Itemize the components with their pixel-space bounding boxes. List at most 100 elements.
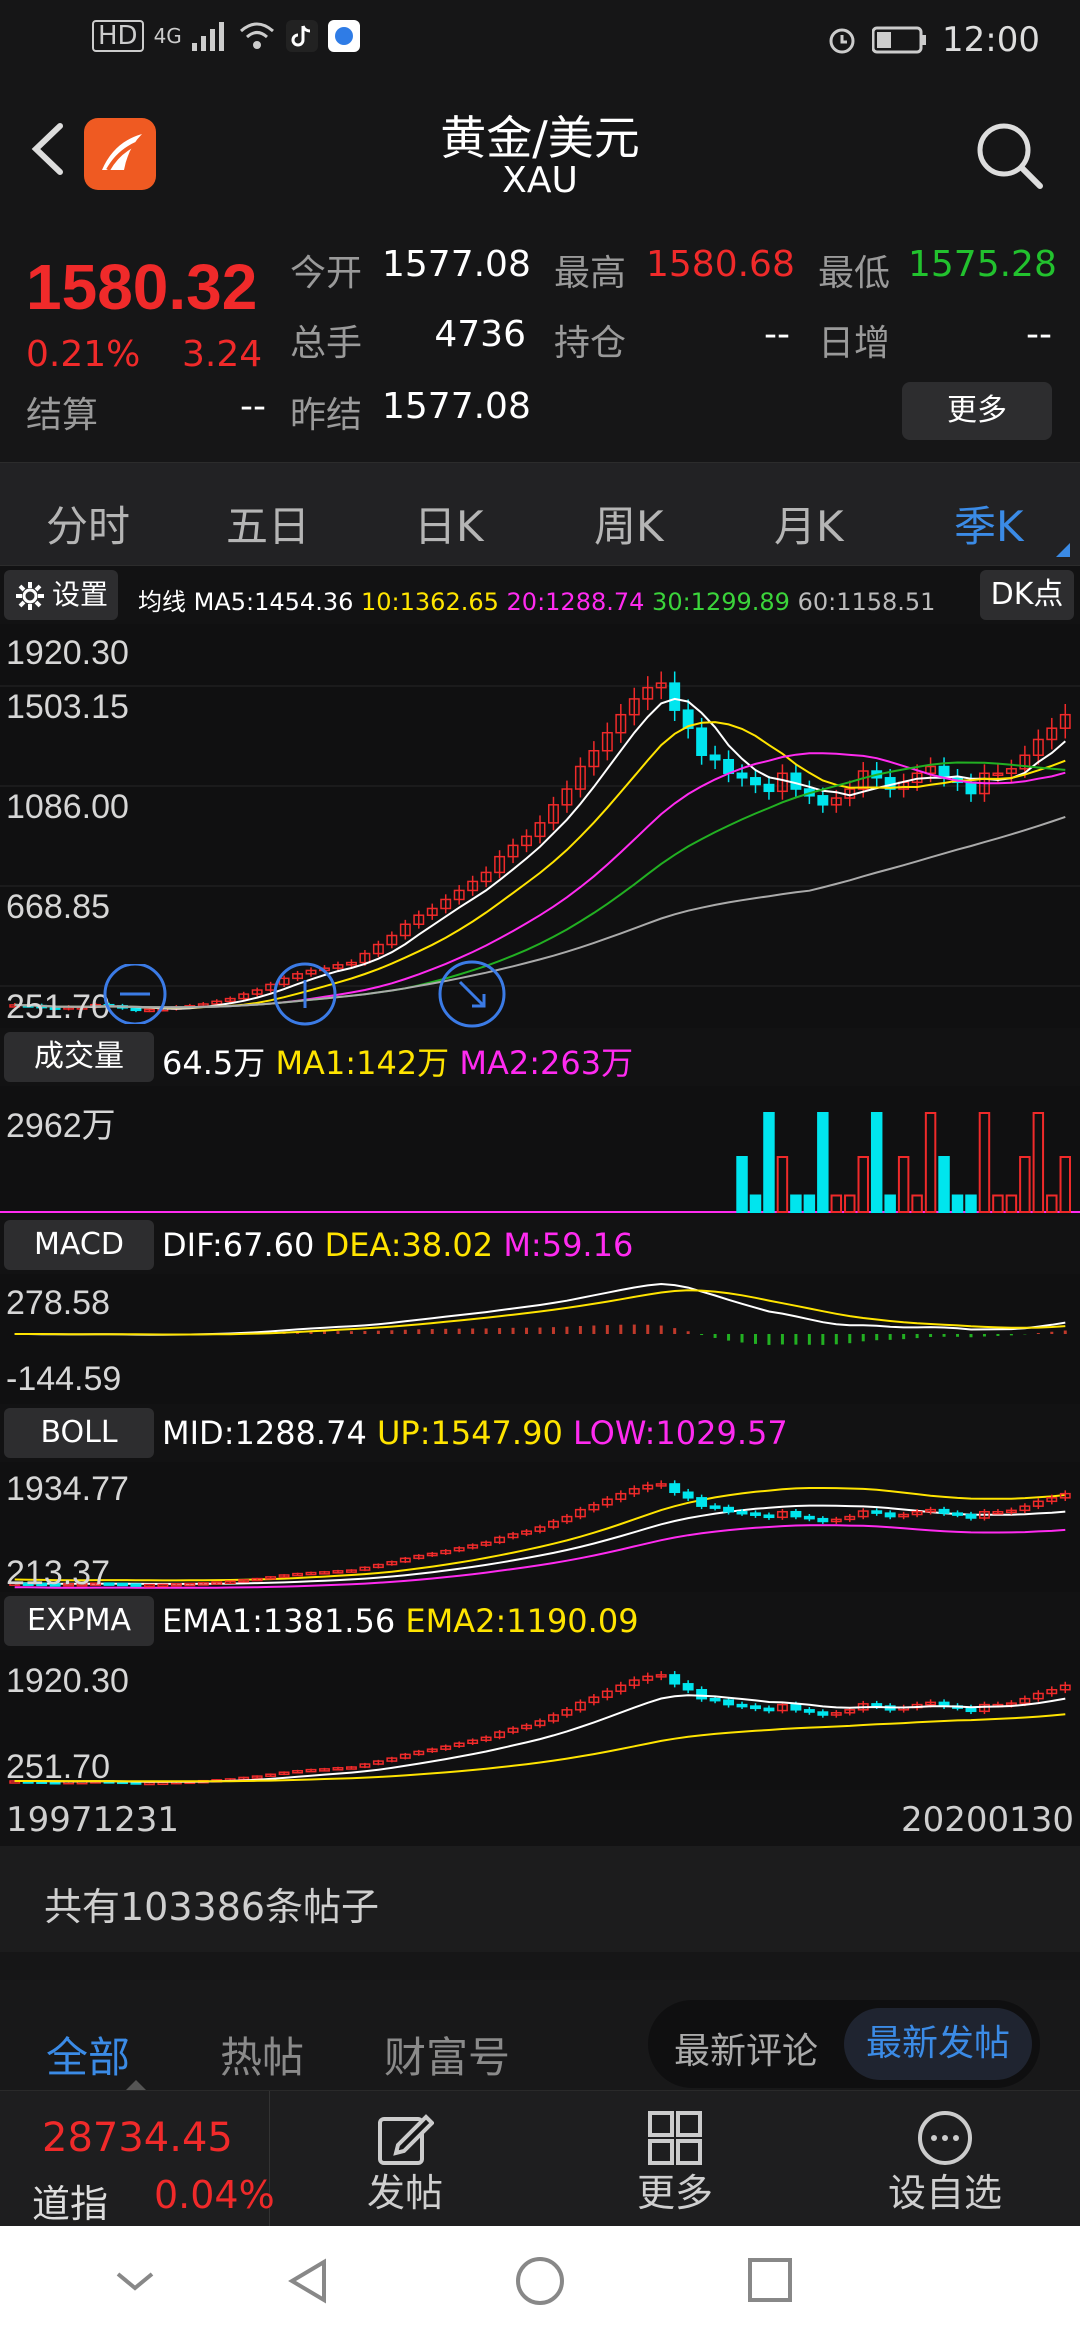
date-axis: 19971231 20200130 xyxy=(0,1790,1080,1846)
tab-hot[interactable]: 热帖 xyxy=(220,2024,304,2085)
sort-latest-comment[interactable]: 最新评论 xyxy=(674,2022,818,2074)
volume-button[interactable]: 成交量 xyxy=(4,1032,154,1082)
expma-axis-top: 1920.30 xyxy=(6,1662,129,1700)
price-axis-label: 1920.30 xyxy=(6,634,129,672)
tab-all[interactable]: 全部 xyxy=(46,2024,130,2085)
tab-dropdown-indicator xyxy=(1056,543,1070,557)
network-label: 4G xyxy=(153,24,182,48)
sort-toggle: 最新评论 最新发帖 xyxy=(648,2000,1040,2088)
dif-line xyxy=(14,1282,1066,1336)
macd-dif: DIF:67.60 xyxy=(162,1226,315,1264)
macd-chart[interactable]: 278.58 -144.59 xyxy=(0,1274,1080,1404)
buy-marker-icon[interactable] xyxy=(90,964,180,1024)
volume-bar xyxy=(736,1156,748,1213)
expma-candle xyxy=(817,1711,829,1716)
nav-watchlist-label: 设自选 xyxy=(887,2171,1002,2215)
macd-button[interactable]: MACD xyxy=(4,1220,154,1270)
tab-wealth[interactable]: 财富号 xyxy=(384,2024,510,2085)
volume-bar xyxy=(830,1194,843,1213)
boll-candle xyxy=(736,1510,748,1515)
price-axis-label: 668.85 xyxy=(6,888,110,926)
sell-marker-icon[interactable] xyxy=(270,962,340,1026)
boll-low: LOW:1029.57 xyxy=(572,1414,788,1452)
nav-more-label: 更多 xyxy=(636,2171,713,2215)
macd-m: M:59.16 xyxy=(503,1226,634,1264)
index-value: 28734.45 xyxy=(42,2115,233,2161)
dk-point-button[interactable]: DK点 xyxy=(980,570,1074,620)
nav-post[interactable]: 发帖 xyxy=(330,2101,480,2221)
macd-histogram xyxy=(14,1282,1067,1345)
expma-chart[interactable]: 1920.30 251.70 xyxy=(0,1650,1080,1790)
tab-monthly-k[interactable]: 月K xyxy=(774,493,844,554)
search-icon[interactable] xyxy=(974,120,1046,192)
expma-candle xyxy=(750,1705,761,1710)
sort-latest-post[interactable]: 最新发帖 xyxy=(844,2008,1032,2080)
open-interest-value: -- xyxy=(764,314,790,355)
boll-axis-bottom: 213.37 xyxy=(6,1554,110,1592)
tab-weekly-k[interactable]: 周K xyxy=(594,493,664,554)
boll-candle xyxy=(750,1512,761,1516)
candle xyxy=(696,727,708,756)
macd-dea: DEA:38.02 xyxy=(324,1226,494,1264)
expma-lines xyxy=(9,1671,1071,1786)
more-button[interactable]: 更多 xyxy=(902,382,1052,440)
volume-bar xyxy=(897,1156,910,1213)
volume-bar xyxy=(817,1112,829,1213)
boll-button[interactable]: BOLL xyxy=(4,1408,154,1458)
period-tabs: 分时 五日 日K 周K 月K 季K xyxy=(0,462,1080,566)
volume-bar xyxy=(776,1156,789,1213)
boll-candle xyxy=(130,1583,142,1587)
recents-icon[interactable] xyxy=(744,2256,794,2306)
boll-chart[interactable]: 1934.77 213.37 xyxy=(0,1462,1080,1592)
expma-axis-bottom: 251.70 xyxy=(6,1748,110,1786)
posts-summary[interactable]: 共有103386条帖子 xyxy=(0,1846,1080,1952)
settings-button[interactable]: 设置 xyxy=(4,570,119,620)
home-icon[interactable] xyxy=(512,2256,568,2312)
date-end: 20200130 xyxy=(900,1800,1074,1840)
price-chart[interactable]: 1920.30 1503.15 1086.00 668.85 251.70 xyxy=(0,624,1080,1028)
nav-watchlist[interactable]: 设自选 xyxy=(870,2101,1020,2221)
low-value: 1575.28 xyxy=(908,244,1057,285)
forum-tabs: 全部 热帖 财富号 最新评论 最新发帖 xyxy=(0,1980,1080,2090)
boll-bar: BOLL MID:1288.74 UP:1547.90 LOW:1029.57 xyxy=(0,1404,1080,1462)
posts-count: 共有103386条帖子 xyxy=(44,1885,380,1929)
battery-icon xyxy=(872,26,927,54)
volume-ma2: MA2:263万 xyxy=(459,1044,634,1082)
volume-bar xyxy=(1046,1194,1058,1213)
tab-daily-k[interactable]: 日K xyxy=(414,493,484,554)
boll-candle xyxy=(669,1483,681,1494)
tab-quarterly-k[interactable]: 季K xyxy=(954,493,1024,554)
volume-bar xyxy=(951,1194,964,1213)
edit-icon xyxy=(378,2114,434,2165)
high-label: 最高 xyxy=(554,253,627,294)
expma-candle xyxy=(790,1703,802,1711)
expma-candle xyxy=(736,1703,748,1708)
volume-bar xyxy=(763,1112,775,1213)
tab-five-day[interactable]: 五日 xyxy=(226,493,310,554)
signal-marker-icon[interactable] xyxy=(436,960,508,1028)
back-icon[interactable] xyxy=(284,2256,334,2306)
collapse-icon[interactable] xyxy=(110,2256,160,2306)
index-ticker[interactable]: 28734.45 道指 0.04% xyxy=(0,2091,275,2227)
volume-bar xyxy=(790,1194,802,1213)
nav-more[interactable]: 更多 xyxy=(600,2101,750,2221)
expma-button[interactable]: EXPMA xyxy=(4,1596,154,1646)
ma5-value: MA5:1454.36 xyxy=(193,588,354,616)
volume-bar xyxy=(857,1156,869,1213)
nav-post-label: 发帖 xyxy=(366,2171,443,2215)
expma-candle xyxy=(696,1688,708,1700)
tab-intraday[interactable]: 分时 xyxy=(46,493,130,554)
volume-value: 4736 xyxy=(434,314,526,355)
signal-icon xyxy=(191,22,224,51)
volume-chart[interactable]: 2962万 xyxy=(0,1086,1080,1216)
boll-candle xyxy=(790,1510,802,1518)
volume-histogram xyxy=(0,1112,1080,1213)
boll-mid: MID:1288.74 xyxy=(162,1414,367,1452)
wifi-icon xyxy=(239,22,274,49)
ma30-value: 30:1299.89 xyxy=(652,588,790,616)
expma-ema1: EMA1:1381.56 xyxy=(162,1602,396,1640)
volume-bar xyxy=(1059,1156,1071,1213)
expma-candle xyxy=(682,1683,694,1691)
daily-increase-label: 日增 xyxy=(818,323,891,364)
boll-candle xyxy=(709,1505,721,1509)
